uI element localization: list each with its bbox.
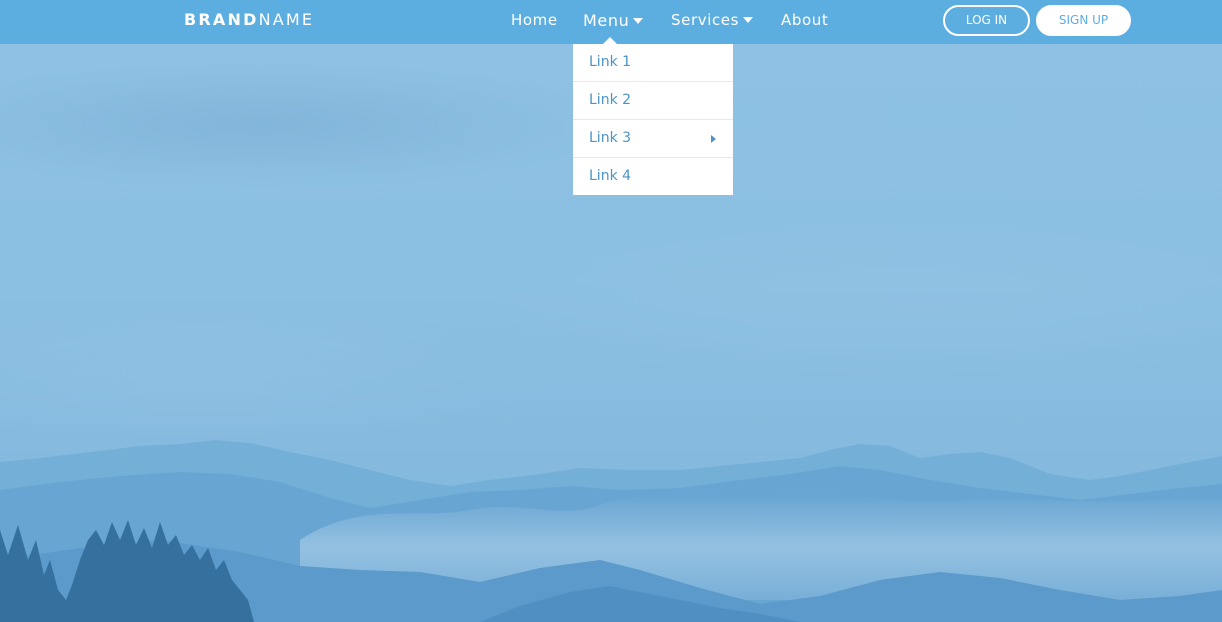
dropdown-item-link-1[interactable]: Link 1 — [573, 44, 733, 82]
nav-item-home[interactable]: Home — [511, 11, 558, 29]
caret-down-icon — [633, 17, 644, 24]
nav-item-menu-label: Menu — [583, 11, 630, 30]
hero-page: BRANDNAME Home Menu Services About LOG I… — [0, 0, 1222, 622]
dropdown-item-link-4[interactable]: Link 4 — [573, 158, 733, 195]
dropdown-item-link-2[interactable]: Link 2 — [573, 82, 733, 120]
dropdown-pointer — [603, 37, 617, 44]
nav-item-about[interactable]: About — [781, 11, 828, 29]
caret-down-icon — [743, 16, 754, 23]
nav-item-home-label: Home — [511, 11, 558, 29]
dropdown-item-label: Link 1 — [589, 54, 632, 70]
dropdown-item-label: Link 3 — [589, 130, 632, 146]
dropdown-item-label: Link 4 — [589, 168, 632, 184]
brand-logo-bold-text: BRAND — [184, 10, 259, 29]
caret-right-icon — [711, 135, 716, 143]
dropdown-item-link-3[interactable]: Link 3 — [573, 120, 733, 158]
nav-item-about-label: About — [781, 11, 829, 29]
nav-item-services[interactable]: Services — [671, 11, 754, 29]
brand-logo-light-text: NAME — [258, 10, 315, 29]
nav-item-menu[interactable]: Menu — [583, 11, 644, 30]
dropdown-item-label: Link 2 — [589, 92, 632, 108]
menu-dropdown: Link 1 Link 2 Link 3 Link 4 — [573, 44, 733, 195]
brand-logo[interactable]: BRANDNAME — [184, 10, 314, 29]
login-button[interactable]: LOG IN — [943, 5, 1030, 36]
nav-item-services-label: Services — [671, 11, 740, 29]
signup-button[interactable]: SIGN UP — [1036, 5, 1131, 36]
